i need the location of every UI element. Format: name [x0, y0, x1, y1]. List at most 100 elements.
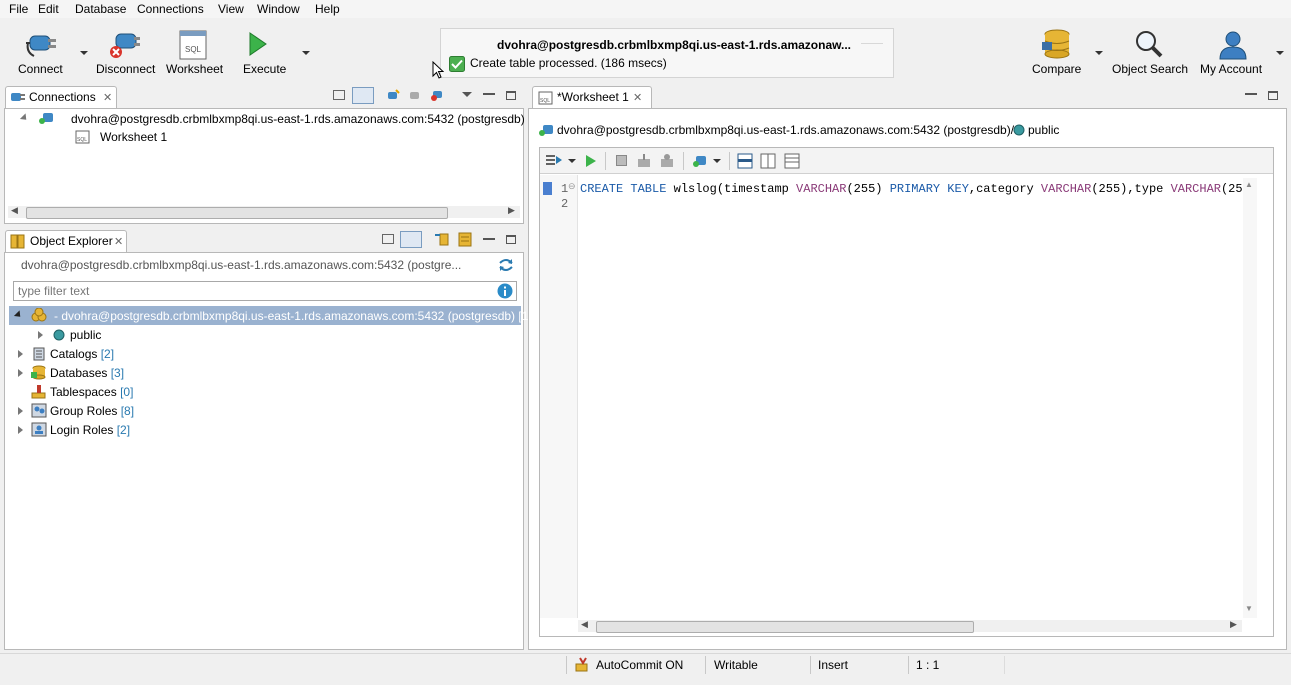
menu-help[interactable]: Help [315, 2, 340, 16]
worksheet-label: Worksheet [166, 62, 224, 76]
database-properties-icon[interactable] [457, 232, 473, 247]
fold-collapse-icon[interactable]: ⊖ [568, 181, 576, 192]
connect-label: Connect [18, 62, 63, 76]
account-dropdown-icon[interactable] [1276, 51, 1284, 55]
stop-icon[interactable] [616, 155, 627, 166]
minimize-icon[interactable] [483, 238, 495, 240]
view-menu-icon[interactable] [462, 92, 472, 97]
transaction-dropdown-icon[interactable] [713, 159, 721, 163]
tree-collapsed-icon[interactable] [18, 369, 23, 377]
sql-worksheet-small-icon: SQL [75, 130, 90, 144]
status-separator [566, 656, 567, 674]
toolbar-separator [605, 152, 606, 170]
status-separator [908, 656, 909, 674]
tree-item-login-roles[interactable]: Login Roles [2] [50, 423, 130, 437]
object-search-label: Object Search [1112, 62, 1189, 76]
editor-hscrollbar[interactable]: ◀ ▶ [578, 619, 1242, 633]
explorer-connection-label: dvohra@postgresdb.crbmlbxmp8qi.us-east-1… [21, 258, 462, 272]
menu-file[interactable]: File [9, 2, 28, 16]
maximize-icon[interactable] [506, 235, 516, 244]
object-search-button[interactable]: Object Search [1108, 18, 1190, 82]
group-roles-icon [31, 403, 47, 418]
rollback-icon[interactable] [659, 153, 675, 169]
execute-label: Execute [243, 62, 287, 76]
object-explorer-tab-label: Object Explorer [30, 234, 113, 248]
explorer-root-label[interactable]: - dvohra@postgresdb.crbmlbxmp8qi.us-east… [54, 309, 528, 323]
catalogs-icon [33, 347, 45, 361]
compare-label: Compare [1032, 62, 1082, 76]
collapse-all-icon[interactable] [382, 234, 394, 244]
filter-input[interactable]: type filter text [13, 281, 517, 301]
maximize-icon[interactable] [506, 91, 516, 100]
connections-hscrollbar[interactable]: ◀ ▶ [8, 205, 520, 219]
info-icon[interactable] [497, 283, 513, 299]
connect-small-icon[interactable] [408, 88, 422, 102]
collapse-all-icon[interactable] [333, 90, 345, 100]
notification-divider [861, 43, 883, 44]
tree-item-public[interactable]: public [70, 328, 101, 342]
connect-dropdown-icon[interactable] [80, 51, 88, 55]
mouse-cursor-icon [432, 61, 444, 79]
notification-message: Create table processed. (186 msecs) [470, 56, 667, 70]
my-account-button[interactable]: My Account [1196, 18, 1270, 82]
filter-objects-icon[interactable] [434, 232, 450, 247]
refresh-icon[interactable] [497, 257, 515, 273]
disconnect-button[interactable]: Disconnect [94, 18, 158, 82]
tree-collapsed-icon[interactable] [18, 426, 23, 434]
execute-lines-icon[interactable] [545, 153, 563, 169]
tree-item-group-roles[interactable]: Group Roles [8] [50, 404, 134, 418]
close-icon[interactable]: ✕ [114, 235, 123, 248]
tree-item-catalogs[interactable]: Catalogs [2] [50, 347, 114, 361]
menu-edit[interactable]: Edit [38, 2, 59, 16]
tree-collapsed-icon[interactable] [38, 331, 43, 339]
tab-worksheet-1[interactable]: SQL *Worksheet 1 ✕ [532, 86, 652, 108]
tree-item-tablespaces[interactable]: Tablespaces [0] [50, 385, 133, 399]
worksheet-button[interactable]: SQL Worksheet [163, 18, 225, 82]
disconnect-small-icon[interactable] [430, 88, 444, 102]
compare-dropdown-icon[interactable] [1095, 51, 1103, 55]
server-connection-icon [539, 125, 553, 136]
connection-worksheet-item[interactable]: Worksheet 1 [100, 130, 167, 144]
sql-code-line-1[interactable]: CREATE TABLE wlslog(timestamp VARCHAR(25… [580, 182, 1242, 196]
minimize-icon[interactable] [1245, 93, 1257, 95]
link-with-editor-icon[interactable] [400, 231, 422, 248]
maximize-icon[interactable] [1268, 91, 1278, 100]
execute-dropdown-icon[interactable] [302, 51, 310, 55]
notification-title: dvohra@postgresdb.crbmlbxmp8qi.us-east-1… [497, 38, 852, 52]
execute-button[interactable]: Execute [238, 18, 294, 82]
writable-status: Writable [714, 658, 758, 672]
menu-connections[interactable]: Connections [137, 2, 204, 16]
editor-vscrollbar[interactable]: ▲ ▼ [1243, 178, 1257, 618]
connection-server-label[interactable]: dvohra@postgresdb.crbmlbxmp8qi.us-east-1… [71, 112, 525, 126]
menu-view[interactable]: View [218, 2, 244, 16]
tree-collapsed-icon[interactable] [18, 350, 23, 358]
close-icon[interactable]: ✕ [103, 91, 112, 104]
compare-button[interactable]: Compare [1028, 18, 1088, 82]
commit-icon[interactable] [636, 153, 652, 169]
scrollbar-thumb[interactable] [596, 621, 974, 633]
layout-results-icon[interactable] [784, 153, 800, 169]
menu-database[interactable]: Database [75, 2, 126, 16]
scrollbar-thumb[interactable] [26, 207, 448, 219]
tree-collapsed-icon[interactable] [18, 407, 23, 415]
new-connection-icon[interactable] [386, 88, 400, 102]
minimize-icon[interactable] [483, 93, 495, 95]
execute-mode-dropdown-icon[interactable] [568, 159, 576, 163]
breadcrumb-connection[interactable]: dvohra@postgresdb.crbmlbxmp8qi.us-east-1… [557, 123, 1011, 137]
magnifier-search-icon [1136, 31, 1163, 58]
tree-item-databases[interactable]: Databases [3] [50, 366, 124, 380]
close-icon[interactable]: ✕ [633, 91, 642, 104]
autocommit-status[interactable]: AutoCommit ON [596, 658, 683, 672]
transaction-icon[interactable] [692, 153, 710, 169]
menu-window[interactable]: Window [257, 2, 300, 16]
link-with-editor-icon[interactable] [352, 87, 374, 104]
editor-frame [539, 147, 1274, 637]
connect-button[interactable]: Connect [14, 18, 80, 82]
schema-icon [53, 329, 65, 341]
breadcrumb-schema[interactable]: public [1028, 123, 1059, 137]
tab-connections[interactable]: Connections ✕ [5, 86, 117, 108]
layout-editor-icon[interactable] [737, 153, 753, 169]
tab-object-explorer[interactable]: Object Explorer ✕ [5, 230, 127, 252]
layout-split-icon[interactable] [760, 153, 776, 169]
run-play-icon[interactable] [585, 154, 597, 168]
